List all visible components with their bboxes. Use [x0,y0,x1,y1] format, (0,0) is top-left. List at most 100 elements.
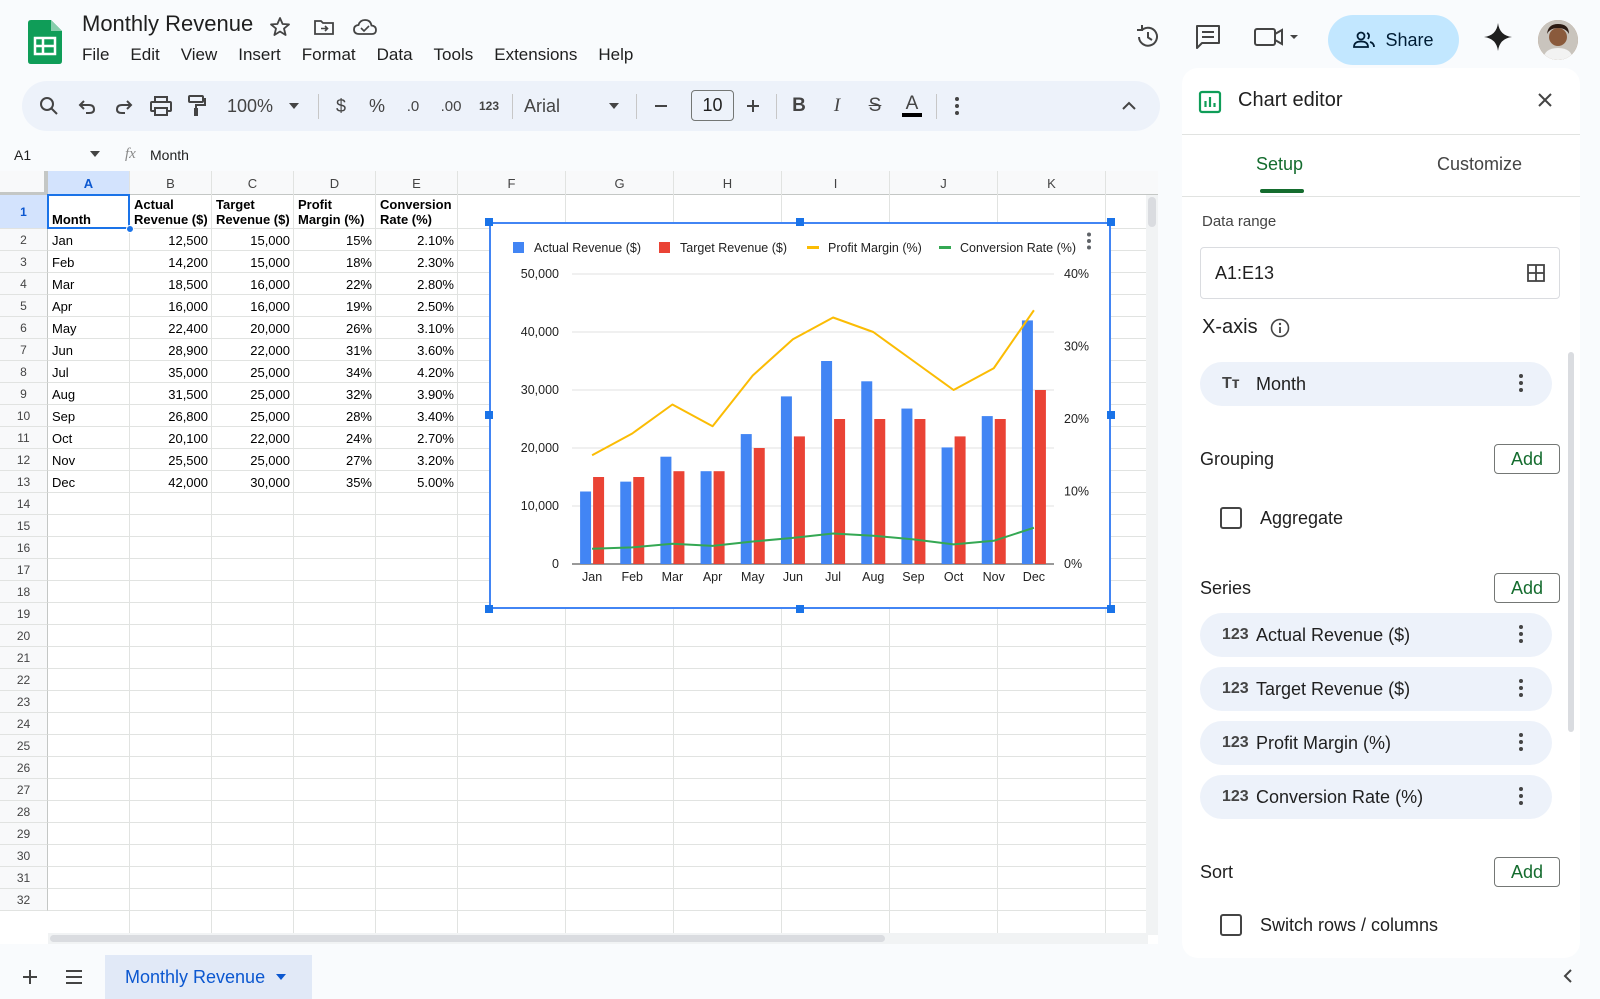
data-cell[interactable]: 35,000 [130,361,212,383]
data-cell[interactable]: 2.70% [376,427,458,449]
row-header-24[interactable]: 24 [0,713,48,735]
header-cell[interactable]: Target Revenue ($) [212,195,294,229]
undo-icon[interactable] [72,81,102,131]
select-all-corner[interactable] [0,171,48,195]
data-cell[interactable]: 22,000 [212,339,294,361]
data-cell[interactable]: 3.90% [376,383,458,405]
side-panel-toggle-icon[interactable] [1562,968,1574,984]
data-range-input[interactable]: A1:E13 [1200,247,1560,299]
column-header-k[interactable]: K [998,171,1106,195]
move-folder-icon[interactable] [312,15,336,39]
row-header-6[interactable]: 6 [0,317,48,339]
star-icon[interactable] [268,15,292,39]
data-cell[interactable]: 3.10% [376,317,458,339]
strikethrough-button[interactable]: S [862,81,888,131]
data-cell[interactable]: 3.20% [376,449,458,471]
data-cell[interactable]: 26,800 [130,405,212,427]
row-header-20[interactable]: 20 [0,625,48,647]
column-header-e[interactable]: E [376,171,458,195]
column-header-i[interactable]: I [782,171,890,195]
column-header-g[interactable]: G [566,171,674,195]
data-cell[interactable]: 28,900 [130,339,212,361]
data-cell[interactable]: Dec [48,471,130,493]
data-cell[interactable]: 31,500 [130,383,212,405]
data-cell[interactable]: 42,000 [130,471,212,493]
row-header-5[interactable]: 5 [0,295,48,317]
item-menu-icon[interactable] [1518,785,1524,807]
font-size-input[interactable]: 10 [691,90,734,121]
data-cell[interactable]: Nov [48,449,130,471]
item-menu-icon[interactable] [1518,372,1524,394]
paint-format-icon[interactable] [182,81,212,131]
header-cell[interactable]: Actual Revenue ($) [130,195,212,229]
row-header-19[interactable]: 19 [0,603,48,625]
row-header-29[interactable]: 29 [0,823,48,845]
row-header-21[interactable]: 21 [0,647,48,669]
row-header-16[interactable]: 16 [0,537,48,559]
data-cell[interactable]: 15,000 [212,229,294,251]
resize-handle[interactable] [485,605,493,613]
resize-handle[interactable] [1107,411,1115,419]
resize-handle[interactable] [1107,218,1115,226]
embedded-chart[interactable]: 0 10,000 20,000 30,000 40,000 50,000 0% 10% 20% 3… [489,222,1111,609]
data-cell[interactable]: 24% [294,427,376,449]
data-cell[interactable]: 22,000 [212,427,294,449]
menu-view[interactable]: View [181,45,229,65]
percent-format-button[interactable]: % [364,81,390,131]
data-cell[interactable]: Jan [48,229,130,251]
data-cell[interactable]: 2.80% [376,273,458,295]
more-formats-button[interactable]: 123 [474,81,504,131]
data-cell[interactable]: 3.60% [376,339,458,361]
data-cell[interactable]: 32% [294,383,376,405]
horizontal-scroll-thumb[interactable] [50,935,885,942]
zoom-select[interactable]: 100% [220,81,280,131]
row-header-22[interactable]: 22 [0,669,48,691]
row-header-12[interactable]: 12 [0,449,48,471]
decrease-decimal-button[interactable]: .0 [398,81,428,131]
column-header-j[interactable]: J [890,171,998,195]
data-cell[interactable]: 30,000 [212,471,294,493]
meet-video-icon[interactable] [1253,22,1303,52]
print-icon[interactable] [146,81,176,131]
name-box-dropdown-icon[interactable] [90,151,100,157]
panel-scrollbar[interactable] [1568,352,1574,732]
increase-font-size-icon[interactable] [738,81,768,131]
text-color-button[interactable]: A [899,81,925,131]
gemini-sparkle-icon[interactable] [1483,22,1513,52]
column-header-b[interactable]: B [130,171,212,195]
bold-button[interactable]: B [786,81,812,131]
increase-decimal-button[interactable]: .00 [434,81,468,131]
data-cell[interactable]: 34% [294,361,376,383]
row-header-3[interactable]: 3 [0,251,48,273]
data-cell[interactable]: Mar [48,273,130,295]
data-cell[interactable]: 16,000 [130,295,212,317]
more-options-icon[interactable] [944,81,970,131]
row-header-11[interactable]: 11 [0,427,48,449]
resize-handle[interactable] [796,218,804,226]
column-header-c[interactable]: C [212,171,294,195]
formula-input[interactable]: Month [150,147,189,163]
data-cell[interactable]: May [48,317,130,339]
row-header-30[interactable]: 30 [0,845,48,867]
data-cell[interactable]: 31% [294,339,376,361]
series-item-actual-revenue[interactable]: 123 Actual Revenue ($) [1200,613,1552,657]
sheet-tab-monthly-revenue[interactable]: Monthly Revenue [105,955,312,999]
vertical-scroll-thumb[interactable] [1148,197,1156,227]
redo-icon[interactable] [109,81,139,131]
row-header-2[interactable]: 2 [0,229,48,251]
resize-handle[interactable] [1107,605,1115,613]
row-header-4[interactable]: 4 [0,273,48,295]
data-cell[interactable]: 19% [294,295,376,317]
fill-handle[interactable] [126,225,134,233]
row-header-18[interactable]: 18 [0,581,48,603]
data-cell[interactable]: Sep [48,405,130,427]
row-header-17[interactable]: 17 [0,559,48,581]
data-cell[interactable]: 28% [294,405,376,427]
resize-handle[interactable] [485,218,493,226]
column-header-a[interactable]: A [48,171,130,195]
row-header-8[interactable]: 8 [0,361,48,383]
data-cell[interactable]: 22% [294,273,376,295]
data-cell[interactable]: 27% [294,449,376,471]
all-sheets-icon[interactable] [64,969,84,985]
row-header-26[interactable]: 26 [0,757,48,779]
